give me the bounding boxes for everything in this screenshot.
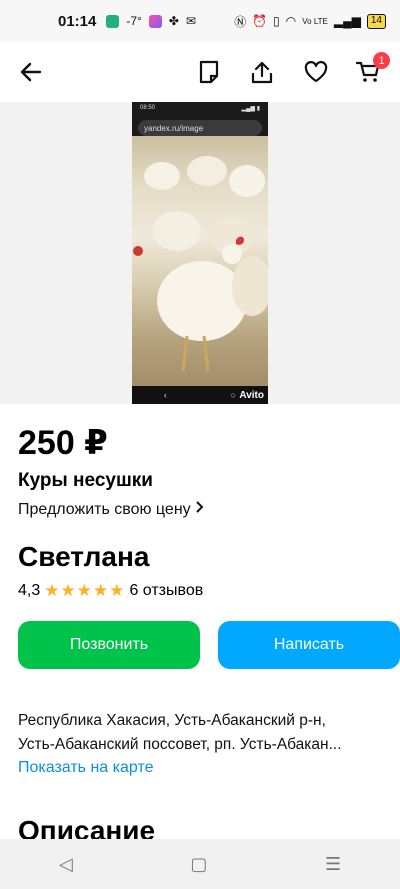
photo-url-bar: yandex.ru/image — [138, 120, 262, 136]
wifi-icon: ◠ — [285, 14, 297, 28]
photo-back-icon: ‹ — [163, 390, 167, 400]
back-arrow-icon[interactable] — [15, 56, 47, 88]
photo-time: 08:50 — [140, 105, 156, 111]
alarm-icon: ⏰ — [252, 14, 268, 28]
photo-signal-icon: ▂▄▆ ▮ — [241, 106, 260, 112]
show-on-map-link[interactable]: Показать на карте — [18, 759, 382, 777]
listing-title: Куры несушки — [18, 470, 153, 491]
cart-count-badge: 1 — [373, 52, 390, 69]
clover-icon: ✤ — [168, 14, 179, 28]
heart-icon[interactable] — [300, 56, 332, 88]
app-notification-icon — [106, 14, 120, 28]
listing-photo[interactable]: 08:50 ▂▄▆ ▮ yandex.ru/image ‹ ○ Avito — [132, 102, 268, 404]
cart-icon[interactable]: 1 — [352, 52, 390, 88]
nav-home-icon[interactable]: ▢ — [190, 854, 207, 875]
address-line-1: Республика Хакасия, Усть-Абаканский р-н, — [18, 712, 326, 729]
nfc-icon: Ⓝ — [234, 14, 247, 29]
system-icons: Ⓝ ⏰ ▯ ◠ Vo LTE ▂▄▆ 14 — [234, 13, 386, 30]
vibrate-icon: ▯ — [273, 14, 280, 28]
chevron-right-icon — [195, 500, 205, 519]
photo-url: yandex.ru/image — [144, 123, 204, 133]
reviews-count: 6 отзывов — [129, 582, 204, 599]
star-rating-icon: ★★★★★ — [44, 581, 126, 600]
note-icon[interactable] — [193, 56, 225, 88]
app-bar: 1 — [0, 42, 400, 102]
nav-back-icon[interactable]: ◁ — [59, 854, 73, 875]
call-button[interactable]: Позвонить — [18, 621, 200, 669]
status-bar: 01:14 -7° ✤ ✉ Ⓝ ⏰ ▯ ◠ Vo LTE ▂▄▆ 14 — [0, 0, 400, 42]
share-icon[interactable] — [246, 56, 278, 88]
write-button[interactable]: Написать — [218, 621, 400, 669]
system-nav-bar: ◁ ▢ ☰ — [0, 839, 400, 889]
mail-icon: ✉ — [185, 14, 196, 28]
app-notification-icon — [148, 14, 162, 28]
listing-details: 250 ₽ Куры несушки Предложить свою цену … — [0, 404, 400, 847]
offer-price-link[interactable]: Предложить свою цену — [18, 500, 382, 519]
contact-buttons: Позвонить Написать — [18, 621, 400, 669]
status-time: 01:14 — [58, 12, 97, 30]
photo-status-bar: 08:50 ▂▄▆ ▮ — [132, 102, 268, 116]
seller-rating[interactable]: 4,3 ★★★★★ 6 отзывов — [18, 581, 382, 601]
notification-icons: -7° ✤ ✉ — [106, 14, 196, 28]
avito-watermark: Avito — [239, 390, 264, 401]
battery-icon: 14 — [366, 13, 386, 29]
seller-name[interactable]: Светлана — [18, 541, 382, 573]
photo-home-icon: ○ — [230, 390, 237, 400]
chickens-image — [132, 136, 268, 386]
address-line-2: Усть-Абаканский поссовет, рп. Усть-Абака… — [18, 736, 342, 753]
rating-value: 4,3 — [18, 582, 41, 599]
nav-menu-icon[interactable]: ☰ — [325, 854, 341, 875]
price: 250 ₽ — [18, 424, 108, 462]
offer-price-label: Предложить свою цену — [18, 500, 191, 518]
photo-gallery[interactable]: 08:50 ▂▄▆ ▮ yandex.ru/image ‹ ○ Avito — [0, 102, 400, 404]
signal-icon: ▂▄▆ — [333, 14, 361, 28]
network-label: Vo LTE — [302, 16, 328, 26]
temperature: -7° — [126, 14, 142, 28]
